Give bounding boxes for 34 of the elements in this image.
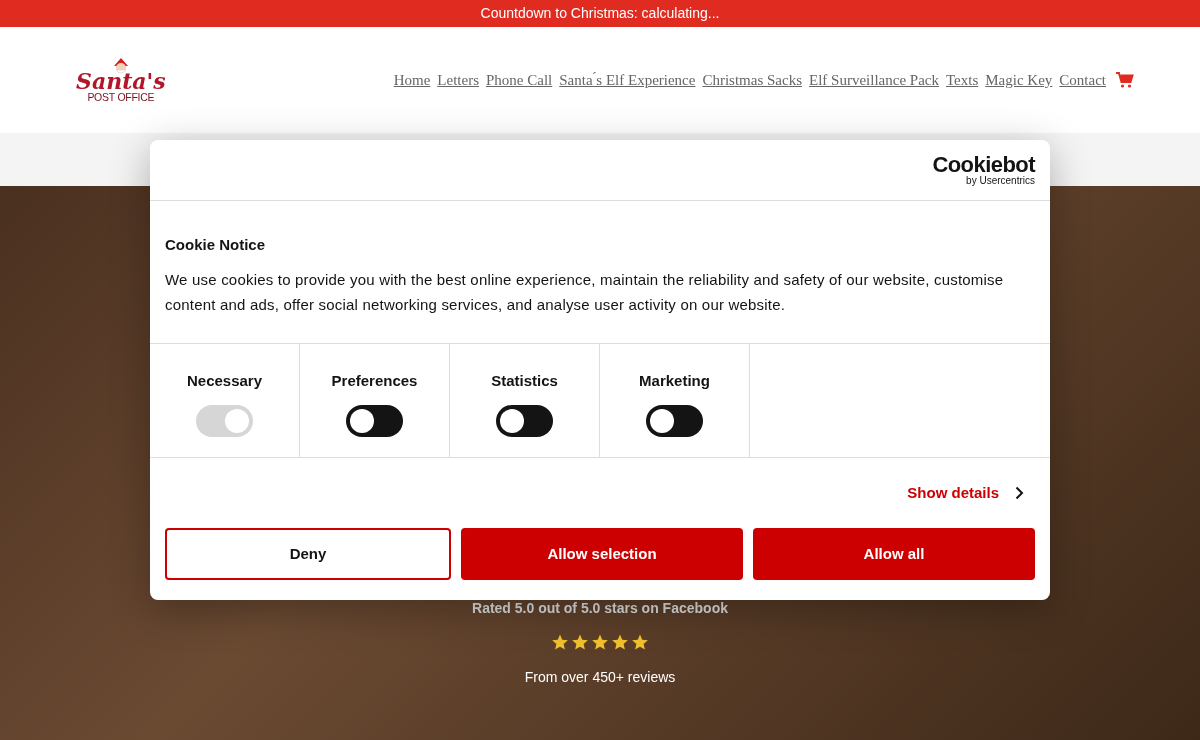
nav-link[interactable]: Magic Key [985, 68, 1053, 92]
dialog-title: Cookie Notice [165, 235, 267, 255]
toggle-switch[interactable] [646, 404, 703, 437]
nav-link[interactable]: Santa ́s Elf Experience [559, 68, 696, 92]
reviews-text: From over 450+ reviews [524, 668, 676, 687]
star-icon [551, 633, 569, 651]
chevron-right-icon [1015, 486, 1024, 500]
cart-icon[interactable] [1116, 72, 1134, 88]
announcement-bar: Countdown to Christmas: calculating... [0, 0, 1200, 27]
star-icon [631, 633, 649, 651]
nav-link[interactable]: Letters [437, 68, 479, 92]
nav-link[interactable]: Contact [1059, 68, 1106, 92]
category-label: Marketing [639, 371, 710, 391]
nav-link[interactable]: Phone Call [486, 68, 553, 92]
category-label: Preferences [331, 371, 418, 391]
consent-button[interactable]: Allow all [753, 528, 1035, 580]
cookiebot-logo: Cookiebot by Usercentrics [932, 154, 1035, 186]
toggle-switch[interactable] [496, 404, 553, 437]
dialog-body: We use cookies to provide you with the best online experience, maintain the reliability and safety of our website, customise content and ads, offer social networking services, and analyse user activity on our website. [165, 269, 1005, 315]
logo[interactable]: Santa's POST OFFICE [76, 57, 166, 103]
rating-text: Rated 5.0 out of 5.0 stars on Facebook [472, 599, 728, 618]
nav-link[interactable]: Home [393, 68, 431, 92]
show-details-link[interactable]: Show details [907, 481, 1024, 505]
star-icon [571, 633, 589, 651]
consent-button[interactable]: Allow selection [461, 528, 743, 580]
toggle-switch[interactable] [346, 404, 403, 437]
category-label: Statistics [491, 371, 558, 391]
nav-link[interactable]: Christmas Sacks [702, 68, 803, 92]
category-label: Necessary [186, 371, 263, 391]
nav-link[interactable]: Elf Surveillance Pack [809, 68, 939, 92]
star-icon [591, 633, 609, 651]
nav-link[interactable]: Texts [946, 68, 979, 92]
star-icon [611, 633, 629, 651]
consent-button[interactable]: Deny [165, 528, 451, 580]
